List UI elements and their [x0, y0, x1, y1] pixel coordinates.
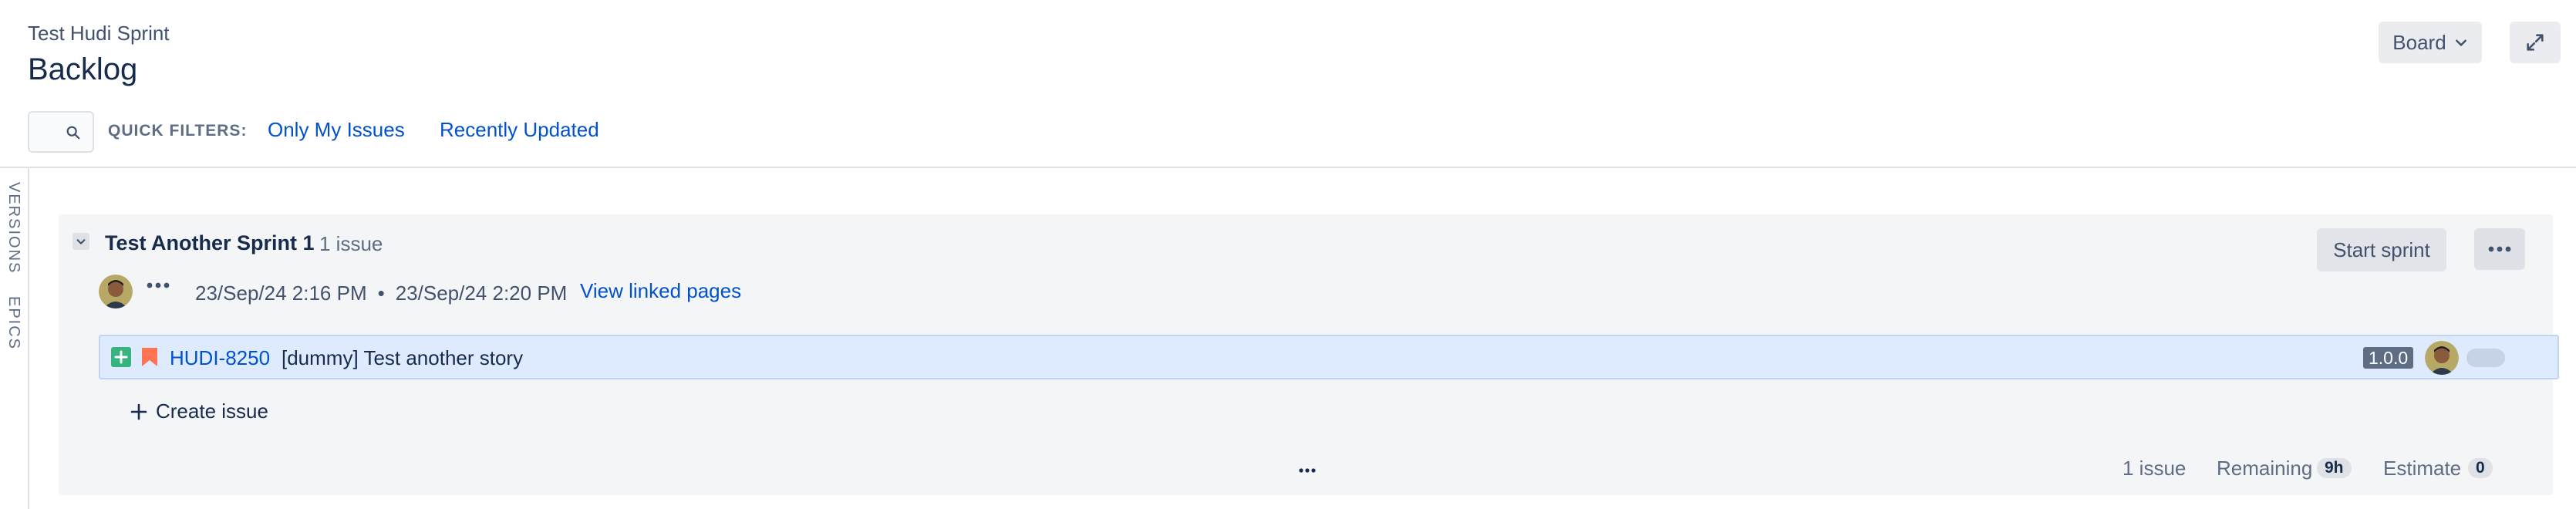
estimate-badge: 0 [2468, 458, 2493, 478]
sprint-dates: 23/Sep/24 2:16 PM • 23/Sep/24 2:20 PM [195, 281, 567, 305]
footer-issue-count: 1 issue [2123, 457, 2187, 480]
avatar[interactable] [99, 275, 133, 308]
page-title: Backlog [28, 52, 138, 86]
side-tab-epics[interactable]: EPICS [5, 296, 22, 350]
start-sprint-button[interactable]: Start sprint [2317, 228, 2446, 271]
board-dropdown-button[interactable]: Board [2379, 22, 2482, 63]
priority-highest-icon [142, 348, 157, 366]
fullscreen-expand-icon [2527, 34, 2544, 51]
date-separator: • [377, 281, 385, 305]
issue-key-link[interactable]: HUDI-8250 [170, 346, 270, 370]
avatar[interactable] [2425, 341, 2459, 375]
estimate-label: Estimate [2383, 457, 2462, 480]
project-name: Test Hudi Sprint [28, 22, 170, 45]
view-linked-pages-link[interactable]: View linked pages [580, 279, 741, 303]
quick-filter-only-my-issues[interactable]: Only My Issues [268, 118, 405, 142]
story-icon [111, 347, 131, 367]
more-horizontal-icon[interactable] [147, 282, 170, 288]
chevron-down-icon [2455, 39, 2466, 46]
create-issue-label: Create issue [156, 399, 268, 423]
chevron-down-icon [76, 239, 86, 244]
remaining-badge: 9h [2317, 458, 2352, 478]
fix-version-badge: 1.0.0 [2363, 347, 2414, 369]
side-rail: VERSIONS EPICS [0, 168, 29, 509]
board-button-label: Board [2392, 30, 2446, 54]
sprint-issue-count: 1 issue [319, 232, 383, 255]
sprint-name: Test Another Sprint 1 [105, 231, 315, 254]
issue-summary: [dummy] Test another story [282, 346, 524, 369]
sprint-collapse-toggle[interactable] [72, 233, 89, 250]
side-tab-versions[interactable]: VERSIONS [5, 182, 22, 274]
search-icon [66, 126, 80, 140]
quick-filter-recently-updated[interactable]: Recently Updated [440, 118, 599, 142]
create-issue-button[interactable]: Create issue [130, 399, 268, 423]
more-horizontal-icon[interactable] [1299, 467, 1316, 474]
estimate-pill [2466, 349, 2505, 367]
fullscreen-button[interactable] [2510, 22, 2561, 63]
more-horizontal-icon [2488, 246, 2511, 252]
plus-icon [130, 403, 147, 420]
sprint-start-date: 23/Sep/24 2:16 PM [195, 281, 367, 305]
header-divider [0, 167, 2576, 168]
sprint-more-button[interactable] [2474, 228, 2525, 270]
quick-filters-label: QUICK FILTERS: [108, 122, 248, 140]
search-input[interactable] [28, 111, 94, 153]
sprint-end-date: 23/Sep/24 2:20 PM [395, 281, 568, 305]
remaining-label: Remaining [2217, 457, 2313, 480]
